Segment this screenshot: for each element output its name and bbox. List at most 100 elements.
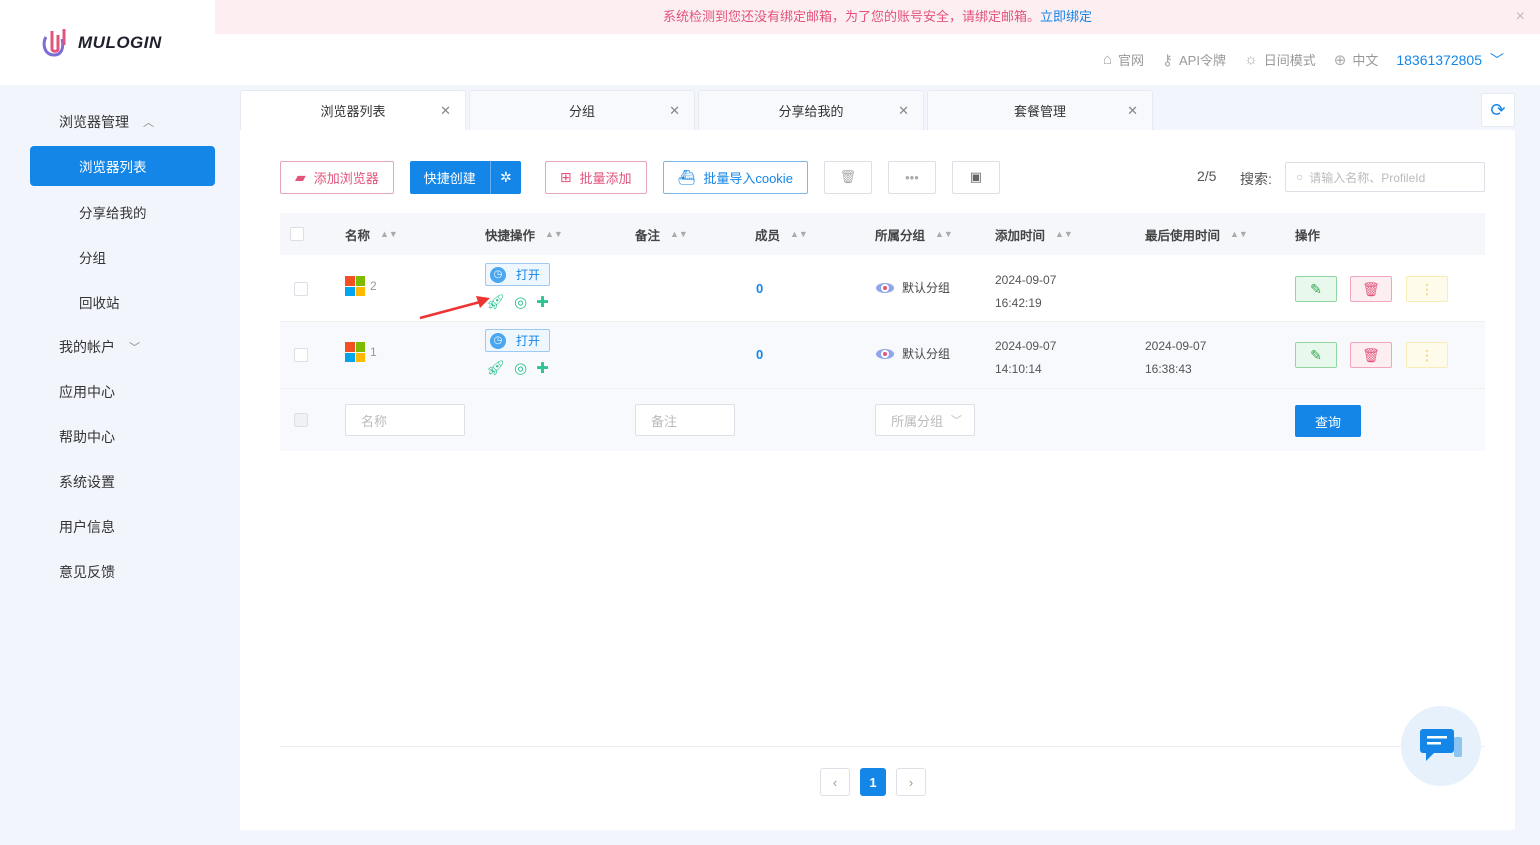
tab-bar: 浏览器列表 ✕ 分组 ✕ 分享给我的 ✕ 套餐管理 ✕ bbox=[240, 90, 1156, 130]
filter-remark-input[interactable]: 备注 bbox=[635, 404, 735, 436]
tab-groups[interactable]: 分组 ✕ bbox=[469, 90, 695, 130]
quick-icons: 🚀︎ ◎ ✚ bbox=[486, 359, 558, 377]
header-last-used[interactable]: 最后使用时间 ▲▼ bbox=[1145, 225, 1248, 244]
sidebar-item-browser-management[interactable]: 浏览器管理 ︿ bbox=[0, 99, 215, 144]
page-count: 2/5 bbox=[1197, 168, 1217, 184]
sidebar-item-recycle-bin[interactable]: 回收站 bbox=[0, 279, 215, 324]
column-settings-button[interactable]: ▣ bbox=[951, 160, 1000, 194]
more-vertical-icon: ⋮ bbox=[1420, 280, 1434, 297]
delete-button[interactable]: 🗑 bbox=[1350, 276, 1392, 302]
select-all-checkbox[interactable] bbox=[290, 227, 304, 241]
member-count[interactable]: 0 bbox=[756, 281, 763, 296]
search-label: 搜索: bbox=[1240, 171, 1272, 187]
sort-icon: ▲▼ bbox=[935, 228, 953, 239]
row-checkbox[interactable] bbox=[294, 282, 308, 296]
tab-browser-list[interactable]: 浏览器列表 ✕ bbox=[240, 90, 466, 130]
member-count[interactable]: 0 bbox=[756, 347, 763, 362]
puzzle-icon[interactable]: ✚ bbox=[536, 293, 549, 311]
fingerprint-icon[interactable]: ◎ bbox=[514, 359, 527, 377]
added-date: 2024-09-07 bbox=[995, 273, 1057, 287]
browser-name: 2 bbox=[370, 279, 377, 293]
batch-delete-button[interactable]: 🗑 bbox=[823, 160, 872, 194]
sort-icon: ▲▼ bbox=[1230, 228, 1248, 239]
delete-button[interactable]: 🗑 bbox=[1350, 342, 1392, 368]
sidebar-item-groups[interactable]: 分组 bbox=[0, 234, 215, 279]
header-label: 成员 bbox=[755, 228, 781, 243]
clock-icon: ◷ bbox=[490, 266, 506, 283]
header-quick-ops[interactable]: 快捷操作 ▲▼ bbox=[485, 225, 563, 244]
close-icon[interactable]: ✕ bbox=[669, 103, 680, 119]
sidebar-item-app-center[interactable]: 应用中心 bbox=[0, 369, 215, 414]
filter-group-select[interactable]: 所属分组 ﹀ bbox=[875, 404, 975, 436]
batch-import-cookie-button[interactable]: ⛴ 批量导入cookie bbox=[662, 160, 808, 194]
sidebar-item-shared-to-me[interactable]: 分享给我的 bbox=[0, 189, 215, 234]
more-button[interactable]: ••• bbox=[887, 160, 936, 194]
header-actions: 操作 bbox=[1295, 225, 1320, 244]
batch-add-button[interactable]: ⊞ 批量添加 bbox=[544, 160, 647, 194]
filter-checkbox bbox=[294, 413, 308, 427]
logo: MULOGIN bbox=[0, 0, 215, 85]
sort-icon: ▲▼ bbox=[545, 228, 563, 239]
next-page-button[interactable]: › bbox=[896, 768, 926, 796]
query-button[interactable]: 查询 bbox=[1295, 405, 1361, 437]
key-user-icon: ⚷ bbox=[1162, 51, 1174, 69]
close-icon[interactable]: ✕ bbox=[1127, 103, 1138, 119]
sidebar-item-user-info[interactable]: 用户信息 bbox=[0, 504, 215, 549]
open-browser-button[interactable]: ◷ 打开 bbox=[485, 329, 550, 352]
more-actions-button[interactable]: ⋮ bbox=[1406, 342, 1448, 368]
language-switch[interactable]: ⊕ 中文 bbox=[1334, 50, 1379, 69]
header-remark[interactable]: 备注 ▲▼ bbox=[635, 225, 688, 244]
chat-widget-button[interactable] bbox=[1401, 706, 1481, 786]
header-group[interactable]: 所属分组 ▲▼ bbox=[875, 225, 953, 244]
header-members[interactable]: 成员 ▲▼ bbox=[755, 225, 808, 244]
group-icon bbox=[876, 348, 894, 359]
last-used-date: 2024-09-07 bbox=[1145, 339, 1207, 353]
close-icon[interactable]: × bbox=[1516, 0, 1525, 34]
api-token-link[interactable]: ⚷ API令牌 bbox=[1162, 50, 1226, 69]
row-checkbox[interactable] bbox=[294, 348, 308, 362]
puzzle-icon[interactable]: ✚ bbox=[536, 359, 549, 377]
sidebar-item-label: 我的帐户 bbox=[59, 338, 115, 355]
sidebar-item-help-center[interactable]: 帮助中心 bbox=[0, 414, 215, 459]
filter-name-input[interactable]: 名称 bbox=[345, 404, 465, 436]
sidebar-item-system-settings[interactable]: 系统设置 bbox=[0, 459, 215, 504]
quick-create-button[interactable]: 快捷创建 bbox=[409, 160, 490, 194]
toolbar: ▰ 添加浏览器 快捷创建 ✲ ⊞ 批量添加 ⛴ 批量导入cookie 🗑 •••… bbox=[280, 160, 1016, 194]
trash-icon: 🗑 bbox=[1362, 280, 1380, 297]
sidebar-item-feedback[interactable]: 意见反馈 bbox=[0, 549, 215, 594]
close-icon[interactable]: ✕ bbox=[898, 103, 909, 119]
day-mode-toggle[interactable]: ☼ 日间模式 bbox=[1244, 50, 1316, 69]
user-menu[interactable]: 18361372805 ﹀ bbox=[1396, 50, 1504, 70]
tab-plan-management[interactable]: 套餐管理 ✕ bbox=[927, 90, 1153, 130]
tab-shared-to-me[interactable]: 分享给我的 ✕ bbox=[698, 90, 924, 130]
header-label: 最后使用时间 bbox=[1145, 228, 1221, 243]
tab-label: 分享给我的 bbox=[778, 104, 844, 119]
windows-icon bbox=[345, 342, 365, 362]
fingerprint-icon[interactable]: ◎ bbox=[514, 293, 527, 311]
add-browser-button[interactable]: ▰ 添加浏览器 bbox=[280, 160, 394, 194]
add-browser-icon: ▰ bbox=[295, 168, 306, 185]
search-input[interactable]: ○ 请输入名称、ProfileId bbox=[1285, 162, 1485, 192]
sidebar-item-label: 应用中心 bbox=[59, 383, 115, 400]
rocket-icon[interactable]: 🚀︎ bbox=[486, 359, 505, 377]
quick-create-split-button: 快捷创建 ✲ bbox=[409, 160, 521, 194]
bind-email-link[interactable]: 立即绑定 bbox=[1040, 9, 1092, 24]
close-icon[interactable]: ✕ bbox=[440, 103, 451, 119]
website-link[interactable]: ⌂ 官网 bbox=[1103, 50, 1144, 69]
more-actions-button[interactable]: ⋮ bbox=[1406, 276, 1448, 302]
open-browser-button[interactable]: ◷ 打开 bbox=[485, 263, 550, 286]
refresh-button[interactable]: ⟳ bbox=[1481, 93, 1515, 127]
sidebar-item-browser-list[interactable]: 浏览器列表 bbox=[30, 146, 215, 186]
main-panel: ▰ 添加浏览器 快捷创建 ✲ ⊞ 批量添加 ⛴ 批量导入cookie 🗑 •••… bbox=[240, 130, 1515, 830]
edit-button[interactable]: ✎ bbox=[1295, 276, 1337, 302]
header-label: 添加时间 bbox=[995, 228, 1046, 243]
placeholder: 备注 bbox=[651, 413, 678, 429]
sidebar-item-my-account[interactable]: 我的帐户 ﹀ bbox=[0, 324, 215, 369]
prev-page-button[interactable]: ‹ bbox=[820, 768, 850, 796]
edit-button[interactable]: ✎ bbox=[1295, 342, 1337, 368]
header-name[interactable]: 名称 ▲▼ bbox=[345, 225, 398, 244]
day-mode-label: 日间模式 bbox=[1263, 53, 1316, 68]
page-button[interactable]: 1 bbox=[860, 768, 886, 796]
quick-create-options-button[interactable]: ✲ bbox=[489, 160, 521, 194]
header-added-time[interactable]: 添加时间 ▲▼ bbox=[995, 225, 1073, 244]
